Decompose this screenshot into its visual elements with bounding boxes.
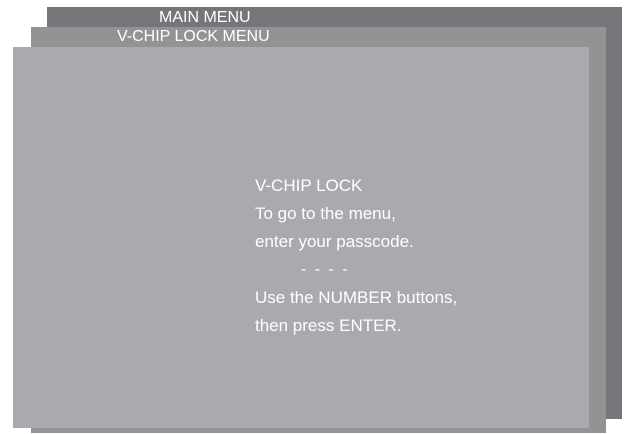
passcode-entry-field[interactable]: - - - - (255, 256, 457, 284)
instruction-line-2: enter your passcode. (255, 232, 414, 251)
vchip-lock-message: V-CHIP LOCK To go to the menu, enter you… (255, 172, 457, 340)
vchip-lock-dialog: V-CHIP LOCK To go to the menu, enter you… (13, 47, 589, 428)
vchip-lock-menu-title: V-CHIP LOCK MENU (117, 28, 270, 45)
hint-line-2: then press ENTER. (255, 316, 402, 335)
main-menu-title: MAIN MENU (159, 9, 251, 26)
instruction-line-1: To go to the menu, (255, 204, 396, 223)
tv-menu-screen: MAIN MENU V-CHIP LOCK MENU V-CHIP LOCK T… (0, 0, 629, 434)
hint-line-1: Use the NUMBER buttons, (255, 288, 458, 307)
vchip-lock-heading: V-CHIP LOCK (255, 176, 363, 195)
